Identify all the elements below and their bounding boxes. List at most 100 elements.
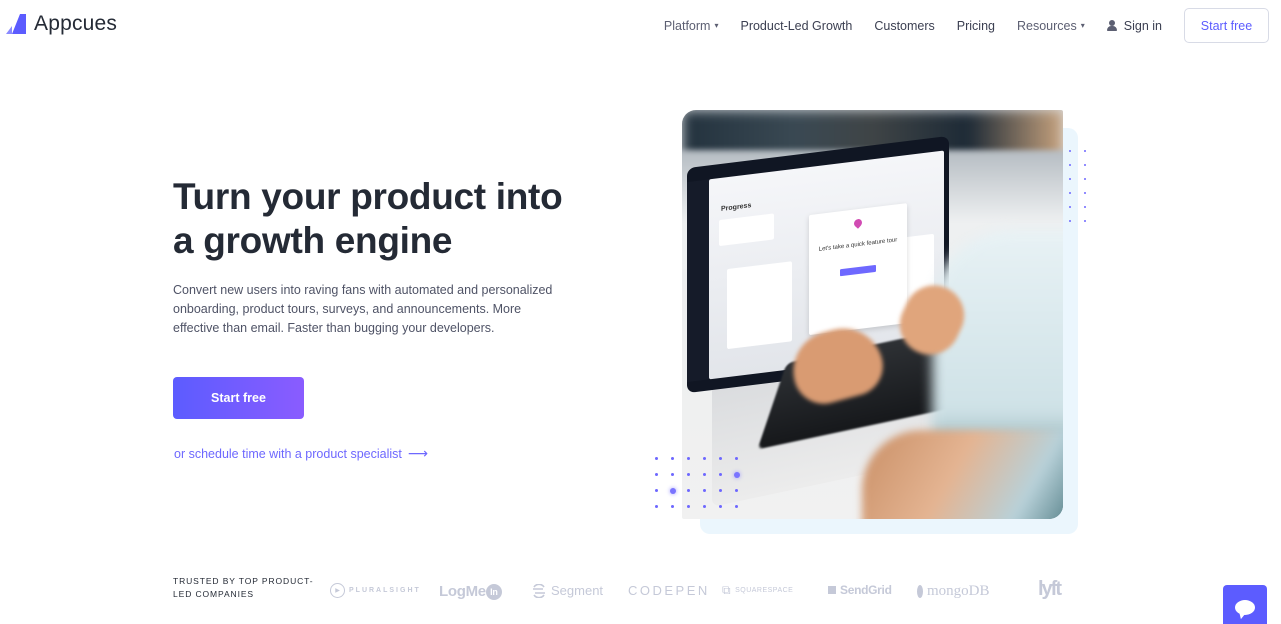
dot <box>687 505 690 508</box>
dot <box>719 505 722 508</box>
dot <box>669 487 676 494</box>
segment-icon <box>533 583 545 598</box>
dot <box>687 473 690 476</box>
decorative-dot-grid <box>655 457 740 508</box>
decorative-dot-grid <box>1069 150 1087 222</box>
dot <box>1069 206 1071 208</box>
person-arm <box>862 430 1063 519</box>
schedule-specialist-link[interactable]: or schedule time with a product speciali… <box>174 445 428 462</box>
trusted-by-heading: TRUSTED BY TOP PRODUCT-LED COMPANIES <box>173 576 314 599</box>
chat-widget-button[interactable] <box>1223 585 1267 624</box>
dot <box>719 457 722 460</box>
squarespace-logo: ⧉ SQUARESPACE <box>722 583 793 598</box>
dot <box>735 489 738 492</box>
brand-name: Appcues <box>34 12 118 35</box>
squarespace-icon: ⧉ <box>722 583 732 597</box>
dot <box>655 505 658 508</box>
nav-resources-label: Resources <box>1017 18 1077 33</box>
dot <box>703 473 706 476</box>
pluralsight-logo: ▶ PLURALSIGHT <box>330 583 421 598</box>
dot <box>735 457 738 460</box>
site-header: Appcues Platform ▾ Product-Led Growth Cu… <box>0 0 1281 52</box>
sendgrid-icon <box>828 586 836 594</box>
dot <box>671 505 674 508</box>
hero-title-line-1: Turn your product into <box>173 176 563 217</box>
chevron-down-icon: ▾ <box>714 21 719 30</box>
play-icon: ▶ <box>330 583 345 598</box>
logmein-in-icon: In <box>485 583 502 600</box>
dot <box>703 457 706 460</box>
hero-title: Turn your product into a growth engine <box>173 175 593 263</box>
appcues-logo-icon <box>6 12 28 36</box>
dot <box>655 473 658 476</box>
dot <box>719 489 722 492</box>
dot <box>719 473 722 476</box>
segment-logo: Segment <box>531 583 603 598</box>
nav-customers-label: Customers <box>874 18 935 33</box>
dot <box>733 471 740 478</box>
hero-start-free-button[interactable]: Start free <box>173 377 304 419</box>
sendgrid-logo: SendGrid <box>828 583 892 597</box>
chevron-down-icon: ▾ <box>1080 21 1085 30</box>
user-icon <box>1106 20 1117 31</box>
logmein-logo: LogMe In <box>439 583 502 600</box>
dot <box>1069 150 1071 152</box>
dot <box>1084 178 1086 180</box>
dot <box>703 505 706 508</box>
sign-in-label: Sign in <box>1123 18 1162 33</box>
segment-logo-text: Segment <box>551 583 604 598</box>
sendgrid-logo-text: SendGrid <box>840 583 892 597</box>
sign-in-link[interactable]: Sign in <box>1106 18 1162 33</box>
hero-photo-laptop: Progress Let's take a quick feature tour <box>682 110 1063 519</box>
appcues-logo[interactable]: Appcues <box>6 12 117 36</box>
tour-modal-button <box>840 264 876 277</box>
nav-product-led-growth-label: Product-Led Growth <box>740 18 853 33</box>
app-sidebar <box>687 179 709 383</box>
nav-customers[interactable]: Customers <box>874 19 934 33</box>
nav-pricing[interactable]: Pricing <box>957 19 995 33</box>
screen-title: Progress <box>721 202 752 213</box>
nav-pricing-label: Pricing <box>956 18 995 33</box>
dot <box>687 489 690 492</box>
dot <box>1069 192 1071 194</box>
nav-platform[interactable]: Platform ▾ <box>664 19 719 33</box>
dot <box>1069 178 1071 180</box>
main-nav: Platform ▾ Product-Led Growth Customers … <box>642 8 1269 43</box>
dot <box>1084 150 1086 152</box>
squarespace-logo-text: SQUARESPACE <box>735 587 794 594</box>
pluralsight-logo-text: PLURALSIGHT <box>349 587 421 594</box>
nav-product-led-growth[interactable]: Product-Led Growth <box>740 19 852 33</box>
dot <box>1069 220 1071 222</box>
codepen-logo: CODEPEN <box>628 583 710 598</box>
dot <box>1084 192 1086 194</box>
nav-resources[interactable]: Resources ▾ <box>1017 19 1085 33</box>
dot <box>655 457 658 460</box>
dot <box>687 457 690 460</box>
dot <box>735 505 738 508</box>
schedule-link-label: or schedule time with a product speciali… <box>174 446 402 461</box>
progress-card <box>727 261 792 350</box>
hero-subtitle: Convert new users into raving fans with … <box>173 283 553 335</box>
dot <box>655 489 658 492</box>
dot <box>1084 220 1086 222</box>
tour-modal-text: Let's take a quick feature tour <box>818 237 898 253</box>
dot <box>1084 164 1086 166</box>
nav-platform-label: Platform <box>663 18 711 33</box>
dot <box>671 457 674 460</box>
map-pin-icon <box>852 217 864 229</box>
dot <box>671 473 674 476</box>
logmein-logo-text: LogMe <box>439 583 486 600</box>
mongodb-logo: mongoDB <box>917 583 990 600</box>
stat-card <box>719 213 774 247</box>
arrow-right-icon: ⟶ <box>407 445 428 461</box>
lyft-logo: lyft <box>1038 578 1062 600</box>
mongodb-logo-text: mongoDB <box>927 583 990 599</box>
dot <box>1084 206 1086 208</box>
chat-bubble-icon <box>1235 599 1255 615</box>
dot <box>1069 164 1071 166</box>
mongodb-leaf-icon <box>917 585 923 598</box>
hero-title-line-2: a growth engine <box>173 220 453 261</box>
dot <box>703 489 706 492</box>
feature-tour-modal: Let's take a quick feature tour <box>809 203 907 336</box>
header-start-free-button[interactable]: Start free <box>1184 8 1269 43</box>
